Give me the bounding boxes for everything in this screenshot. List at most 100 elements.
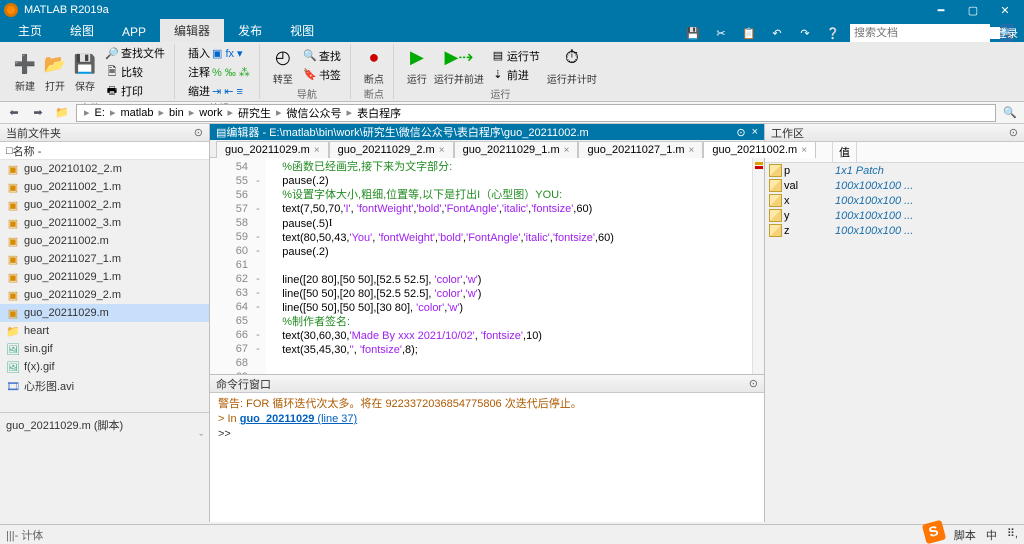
fold-gutter[interactable]: --------- [250, 158, 266, 374]
advance-button[interactable]: ⇣前进 [488, 66, 543, 84]
file-row[interactable]: ▣guo_20211029.m [0, 304, 209, 322]
back-button[interactable]: ⬅ [4, 104, 24, 122]
tab-editor[interactable]: 编辑器 [160, 19, 224, 42]
goto-button[interactable]: ◴转至 [270, 44, 296, 86]
var-value: 100x100x100 ... [835, 195, 1022, 207]
file-detail: guo_20211029.m (脚本) ˇ [0, 412, 209, 522]
runtime-button[interactable]: ⏱运行并计时 [547, 44, 597, 86]
file-row[interactable]: ▣guo_20210102_2.m [0, 160, 209, 178]
login-link[interactable]: 登录 [996, 25, 1018, 41]
editor-minimap[interactable] [752, 158, 764, 374]
ws-menu-icon[interactable]: ⊙ [1009, 126, 1018, 139]
editor-menu-icon[interactable]: ⊙ [736, 126, 745, 139]
tab-label: guo_20211029_1.m [463, 144, 560, 156]
file-row[interactable]: 🖼f(x).gif [0, 358, 209, 376]
panel-menu-icon[interactable]: ⊙ [194, 126, 203, 139]
warn-link[interactable]: guo_20211029 [240, 413, 315, 425]
file-name: guo_20211027_1.m [24, 253, 121, 265]
findfiles-button[interactable]: 🔎查找文件 [102, 44, 168, 62]
line-gutter[interactable]: 54555657585960616263646566676869 [210, 158, 250, 374]
tab-close-icon[interactable]: × [439, 145, 445, 156]
path-search-icon[interactable]: 🔍 [1000, 104, 1020, 122]
open-button[interactable]: 📂打开 [42, 51, 68, 93]
tab-label: guo_20211027_1.m [587, 144, 684, 156]
nav-group-label: 导航 [297, 86, 317, 101]
comment-button[interactable]: 注释 % ‰ ⁂ [185, 63, 253, 81]
tab-app[interactable]: APP [108, 22, 160, 42]
run-button[interactable]: ▶运行 [404, 44, 430, 86]
tab-view[interactable]: 视图 [276, 19, 328, 42]
file-row[interactable]: ▣guo_20211002_1.m [0, 178, 209, 196]
runsection-button[interactable]: ▤运行节 [488, 47, 543, 65]
workspace-row[interactable]: z100x100x100 ... [765, 223, 1024, 238]
new-button[interactable]: ➕新建 [12, 51, 38, 93]
search-input[interactable] [850, 27, 1000, 39]
minimize-button[interactable]: ━ [926, 1, 956, 19]
search-docs[interactable]: 🔍 [850, 24, 990, 42]
file-row[interactable]: ▣guo_20211002.m [0, 232, 209, 250]
path-box[interactable]: ▸E:▸matlab▸bin▸work▸研究生▸微信公众号▸表白程序 [76, 104, 996, 122]
redo-icon[interactable]: ↷ [794, 24, 816, 42]
tab-label: guo_20211029.m [225, 144, 310, 156]
tab-close-icon[interactable]: × [801, 145, 807, 156]
file-browser[interactable]: ▣guo_20210102_2.m▣guo_20211002_1.m▣guo_2… [0, 160, 209, 412]
fwd-button[interactable]: ➡ [28, 104, 48, 122]
editor-tab[interactable]: guo_20211029_2.m× [329, 141, 454, 158]
code-area[interactable]: %函数已经画完,接下来为文字部分: pause(.2) %设置字体大小,粗细,位… [266, 158, 752, 374]
tab-close-icon[interactable]: × [689, 145, 695, 156]
close-button[interactable]: ✕ [990, 1, 1020, 19]
editor-tab[interactable]: guo_20211002.m × [703, 141, 816, 158]
save-quick-icon[interactable]: 💾 [682, 24, 704, 42]
workspace-row[interactable]: x100x100x100 ... [765, 193, 1024, 208]
cmd-menu-icon[interactable]: ⊙ [749, 377, 758, 390]
app-title: MATLAB R2019a [24, 4, 109, 16]
copy-icon[interactable]: 📋 [738, 24, 760, 42]
workspace-row[interactable]: p1x1 Patch [765, 163, 1024, 178]
file-row[interactable]: ▣guo_20211002_2.m [0, 196, 209, 214]
file-row[interactable]: ▣guo_20211027_1.m [0, 250, 209, 268]
status-ime[interactable]: 中 [986, 527, 997, 543]
file-row[interactable]: 🖼sin.gif [0, 340, 209, 358]
tab-publish[interactable]: 发布 [224, 19, 276, 42]
breakpoint-button[interactable]: ●断点 [361, 44, 387, 86]
var-icon [769, 164, 782, 177]
print-button[interactable]: 🖶打印 [102, 82, 168, 100]
runadv-button[interactable]: ▶⇢运行并前进 [434, 44, 484, 86]
undo-icon[interactable]: ↶ [766, 24, 788, 42]
indent-button[interactable]: 缩进 ⇥ ⇤ ≡ [185, 82, 253, 100]
file-name: guo_20211029_2.m [24, 289, 121, 301]
workspace-row[interactable]: y100x100x100 ... [765, 208, 1024, 223]
workspace-row[interactable]: val100x100x100 ... [765, 178, 1024, 193]
file-row[interactable]: ▣guo_20211029_1.m [0, 268, 209, 286]
editor-tab[interactable]: guo_20211029_1.m × [454, 141, 579, 158]
cut-icon[interactable]: ✂ [710, 24, 732, 42]
tab-close-icon[interactable]: × [314, 145, 320, 156]
command-window-head: 命令行窗口⊙ [210, 375, 764, 393]
tab-home[interactable]: 主页 [4, 19, 56, 42]
insert-button[interactable]: 插入 ▣ fx ▾ [185, 44, 253, 62]
file-name: guo_20211002_3.m [24, 217, 121, 229]
prompt[interactable]: >> [218, 427, 756, 442]
editor-tabs: guo_20211029.m×guo_20211029_2.m×guo_2021… [210, 140, 764, 158]
bookmark-button[interactable]: 🔖书签 [300, 66, 344, 84]
help-icon[interactable]: ❔ [822, 24, 844, 42]
editor-tab[interactable]: guo_20211027_1.m × [578, 141, 703, 158]
find-button[interactable]: 🔍查找 [300, 47, 344, 65]
workspace-body[interactable]: p1x1 Patchval100x100x100 ...x100x100x100… [765, 163, 1024, 238]
file-col-header[interactable]: □ 名称 - [0, 142, 209, 160]
file-row[interactable]: 🎞心形图.avi [0, 376, 209, 396]
editor-close-icon[interactable]: × [752, 126, 758, 139]
save-button[interactable]: 💾保存 [72, 51, 98, 93]
editor-tab[interactable]: guo_20211029.m × [216, 141, 329, 158]
file-row[interactable]: ▣guo_20211029_2.m [0, 286, 209, 304]
command-window-body[interactable]: 警告: FOR 循环迭代次太多。将在 9223372036854775806 次… [210, 393, 764, 522]
compare-button[interactable]: 🗎比较 [102, 63, 168, 81]
maximize-button[interactable]: ▢ [958, 1, 988, 19]
tab-label: guo_20211002.m [712, 144, 797, 156]
up-button[interactable]: 📁 [52, 104, 72, 122]
file-row[interactable]: ▣guo_20211002_3.m [0, 214, 209, 232]
file-row[interactable]: 📁heart [0, 322, 209, 340]
ribbon-tabs: 主页 绘图 APP 编辑器 发布 视图 💾 ✂ 📋 ↶ ↷ ❔ 🔍 登录 [0, 20, 1024, 42]
tab-plot[interactable]: 绘图 [56, 19, 108, 42]
tab-close-icon[interactable]: × [564, 145, 570, 156]
